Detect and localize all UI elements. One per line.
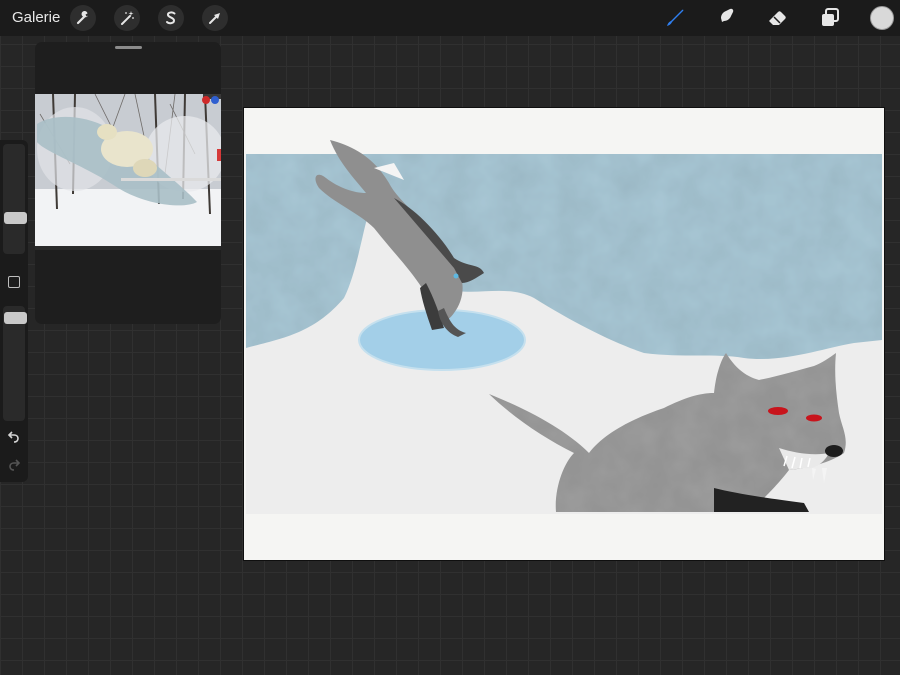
- reference-panel: [35, 42, 221, 324]
- layers-icon: [822, 8, 839, 26]
- smudge-finger-icon: [719, 8, 734, 27]
- brush-size-slider[interactable]: [3, 144, 27, 254]
- modify-button[interactable]: [8, 276, 20, 288]
- snowy-forest-reference-photo[interactable]: [35, 94, 221, 250]
- brush-icon: [667, 9, 684, 26]
- magic-wand-icon: [121, 11, 134, 25]
- eraser-tool-button[interactable]: [765, 5, 791, 31]
- arrow-cursor-icon: [209, 13, 220, 24]
- opacity-thumb[interactable]: [4, 312, 27, 324]
- layers-button[interactable]: [817, 5, 843, 31]
- color-swatch[interactable]: [870, 6, 894, 30]
- left-sidebar: [0, 140, 28, 482]
- transform-button[interactable]: [202, 5, 228, 31]
- adjustments-button[interactable]: [114, 5, 140, 31]
- selection-button[interactable]: [158, 5, 184, 31]
- opacity-slider[interactable]: [3, 306, 27, 421]
- actions-button[interactable]: [70, 5, 96, 31]
- wrench-icon: [76, 11, 88, 25]
- selection-s-icon: [166, 11, 176, 25]
- top-toolbar: Galerie: [0, 0, 900, 36]
- panel-grabber[interactable]: [115, 46, 142, 49]
- brush-size-thumb[interactable]: [4, 212, 27, 224]
- drawing-canvas[interactable]: [243, 107, 885, 561]
- smudge-tool-button[interactable]: [713, 5, 739, 31]
- redo-icon[interactable]: [6, 457, 22, 473]
- gallery-link[interactable]: Galerie: [12, 9, 60, 26]
- eraser-icon: [769, 11, 786, 25]
- brush-tool-button[interactable]: [662, 5, 688, 31]
- undo-icon[interactable]: [6, 429, 22, 445]
- watercolor-wolves-in-snow: [246, 140, 882, 514]
